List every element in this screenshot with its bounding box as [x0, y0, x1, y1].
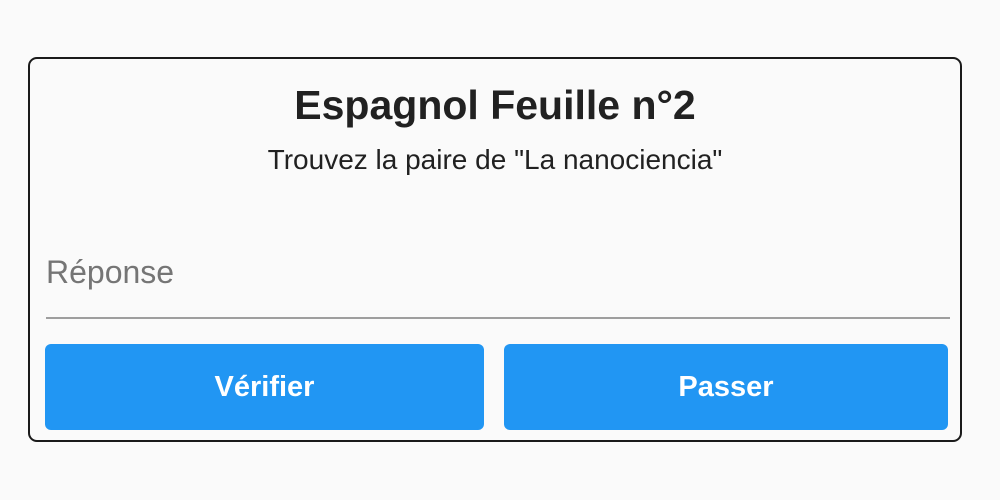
quiz-title: Espagnol Feuille n°2: [294, 82, 696, 128]
quiz-card: Espagnol Feuille n°2 Trouvez la paire de…: [28, 57, 962, 442]
answer-input[interactable]: [46, 219, 950, 319]
verify-button[interactable]: Vérifier: [45, 344, 484, 430]
quiz-prompt: Trouvez la paire de "La nanociencia": [267, 144, 723, 175]
skip-button[interactable]: Passer: [504, 344, 948, 430]
